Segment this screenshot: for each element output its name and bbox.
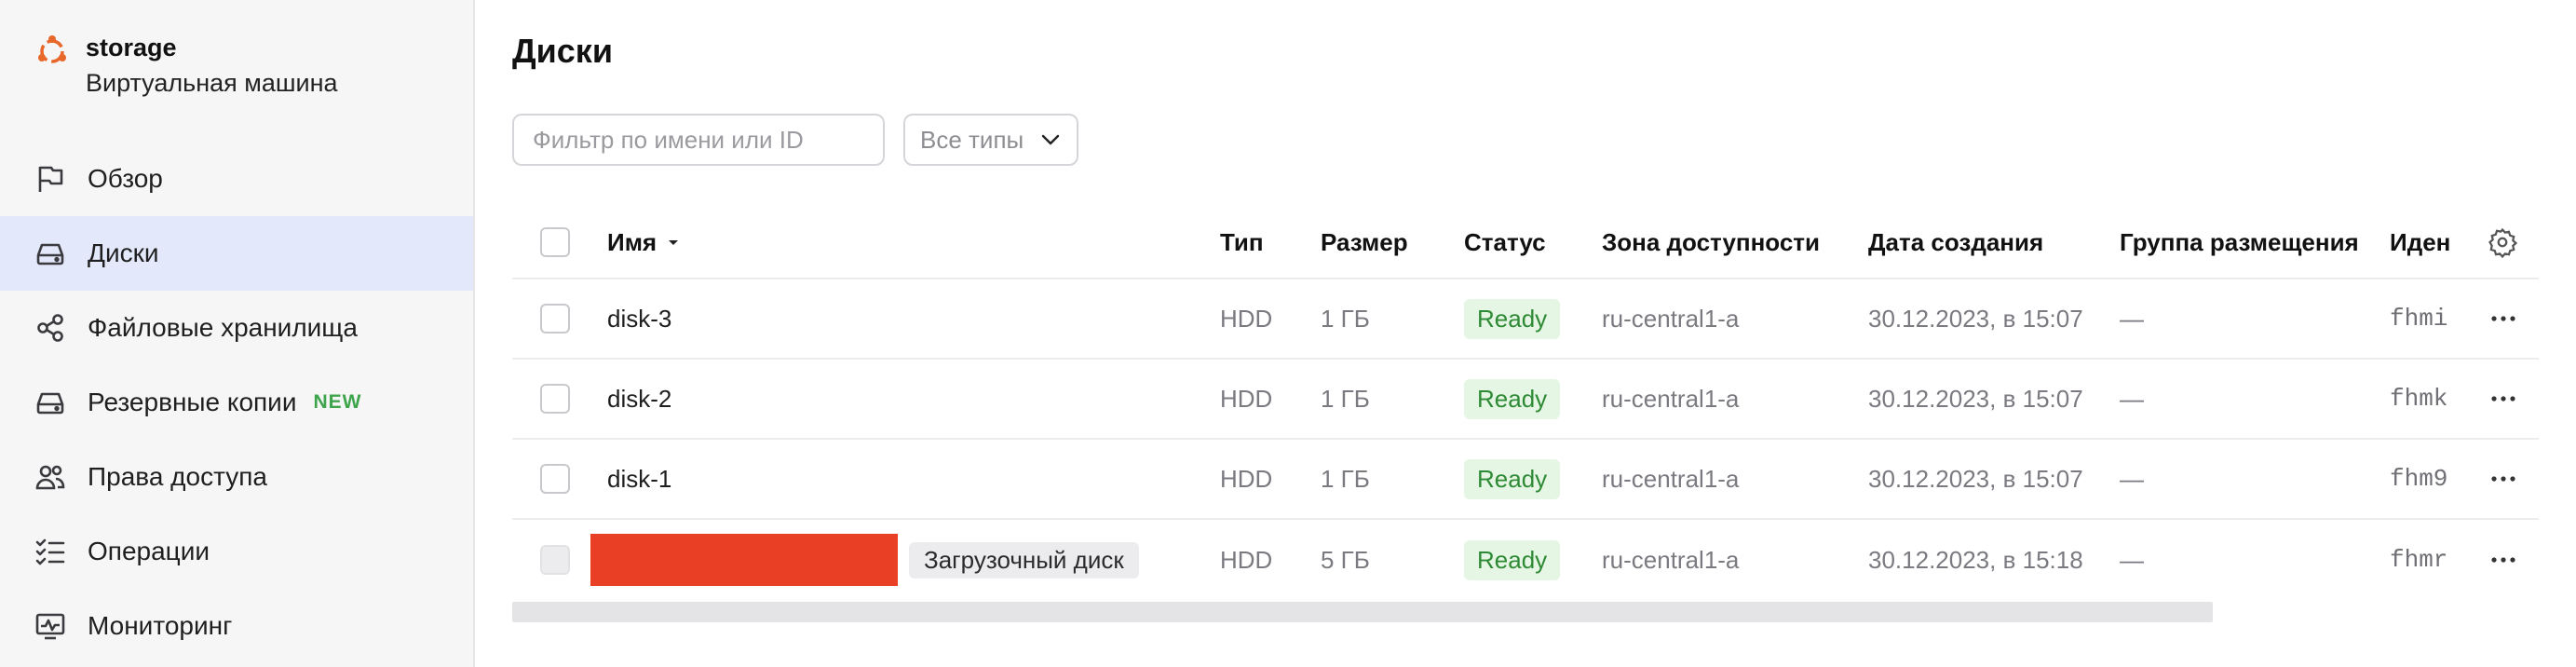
disk-name[interactable]: disk-3 (607, 279, 671, 358)
sidebar: storage Виртуальная машина Обзор Диски Ф… (0, 0, 475, 667)
status-badge: Ready (1464, 298, 1561, 339)
resource-name: storage (86, 34, 177, 61)
disk-zone: ru-central1-a (1602, 304, 1740, 333)
column-header-status[interactable]: Статус (1464, 207, 1546, 278)
type-select-value: Все типы (920, 125, 1024, 154)
flag-icon (38, 166, 63, 192)
disk-placement: — (2120, 464, 2144, 493)
column-header-type[interactable]: Тип (1220, 207, 1264, 278)
column-header-created[interactable]: Дата создания (1868, 207, 2043, 278)
disk-id: fhmr (2390, 546, 2448, 574)
disk-created: 30.12.2023, в 15:07 (1868, 464, 2083, 493)
new-badge: NEW (313, 391, 362, 413)
disk-created: 30.12.2023, в 15:18 (1868, 545, 2083, 574)
horizontal-scrollbar[interactable] (512, 602, 2213, 622)
more-actions-icon[interactable] (2487, 302, 2520, 335)
status-badge: Ready (1464, 458, 1561, 499)
sidebar-item-label: Мониторинг (88, 611, 233, 640)
disk-name[interactable]: disk-2 (607, 360, 671, 438)
redacted-disk-name (590, 534, 898, 586)
sidebar-item-backups[interactable]: Резервные копии NEW (0, 365, 473, 440)
more-actions-icon[interactable] (2487, 382, 2520, 415)
disk-type: HDD (1220, 464, 1273, 493)
status-badge: Ready (1464, 378, 1561, 419)
sidebar-item-label: Диски (88, 238, 159, 267)
sidebar-item-label: Файловые хранилища (88, 313, 358, 342)
sidebar-nav: Обзор Диски Файловые хранилища Резервные… (0, 142, 473, 663)
table-row[interactable]: disk-1 HDD 1 ГБ Ready ru-central1-a 30.1… (512, 440, 2539, 520)
table-row[interactable]: disk-3 HDD 1 ГБ Ready ru-central1-a 30.1… (512, 279, 2539, 360)
table-header-row: Имя Тип Размер Статус Зона доступности Д… (512, 207, 2539, 279)
disk-placement: — (2120, 384, 2144, 413)
disk-size: 1 ГБ (1321, 464, 1370, 493)
disk-id: fhm9 (2390, 465, 2448, 493)
monitor-chart-icon (35, 613, 65, 640)
more-actions-icon[interactable] (2487, 462, 2520, 496)
disk-zone: ru-central1-a (1602, 464, 1740, 493)
sidebar-item-access-rights[interactable]: Права доступа (0, 440, 473, 514)
table-row[interactable]: disk-2 HDD 1 ГБ Ready ru-central1-a 30.1… (512, 360, 2539, 440)
disk-zone: ru-central1-a (1602, 384, 1740, 413)
disk-icon (36, 243, 64, 265)
disk-type: HDD (1220, 545, 1273, 574)
disks-table: Имя Тип Размер Статус Зона доступности Д… (512, 207, 2539, 600)
sidebar-item-label: Права доступа (88, 462, 267, 491)
filter-input[interactable] (512, 114, 885, 166)
row-checkbox[interactable] (540, 304, 570, 334)
disk-type: HDD (1220, 304, 1273, 333)
sidebar-item-operations[interactable]: Операции (0, 514, 473, 589)
disk-created: 30.12.2023, в 15:07 (1868, 304, 2083, 333)
column-header-size[interactable]: Размер (1321, 207, 1408, 278)
backup-drive-icon (36, 392, 64, 415)
sidebar-item-label: Операции (88, 537, 210, 565)
disk-size: 1 ГБ (1321, 304, 1370, 333)
table-row[interactable]: Загрузочный диск HDD 5 ГБ Ready ru-centr… (512, 520, 2539, 600)
disk-id: fhmi (2390, 305, 2448, 333)
column-header-zone[interactable]: Зона доступности (1602, 207, 1820, 278)
chevron-down-icon (1041, 134, 1060, 145)
disk-zone: ru-central1-a (1602, 545, 1740, 574)
page-title: Диски (512, 32, 613, 70)
vm-logo-icon (38, 35, 66, 63)
row-checkbox-disabled (540, 545, 570, 575)
resource-type: Виртуальная машина (86, 69, 338, 97)
sidebar-item-overview[interactable]: Обзор (0, 142, 473, 216)
users-icon (35, 465, 65, 490)
type-select[interactable]: Все типы (903, 114, 1078, 166)
disk-name[interactable]: disk-1 (607, 440, 671, 518)
row-checkbox[interactable] (540, 384, 570, 414)
sidebar-item-label: Резервные копии (88, 388, 297, 416)
column-header-placement[interactable]: Группа размещения (2120, 207, 2359, 278)
boot-disk-badge: Загрузочный диск (909, 541, 1139, 579)
share-nodes-icon (37, 314, 63, 342)
main-content: Диски Все типы Имя Тип Размер Статус Зон… (475, 0, 2576, 667)
disk-size: 1 ГБ (1321, 384, 1370, 413)
sort-desc-icon (669, 240, 679, 245)
gear-icon[interactable] (2487, 226, 2518, 258)
status-badge: Ready (1464, 539, 1561, 580)
more-actions-icon[interactable] (2487, 543, 2520, 577)
sidebar-item-label: Обзор (88, 164, 163, 193)
list-checks-icon (35, 538, 65, 565)
column-header-name[interactable]: Имя (607, 207, 683, 278)
disk-type: HDD (1220, 384, 1273, 413)
column-header-id[interactable]: Иден (2390, 207, 2453, 278)
disk-size: 5 ГБ (1321, 545, 1370, 574)
disk-id: fhmk (2390, 385, 2448, 413)
disk-placement: — (2120, 545, 2144, 574)
resource-header: storage Виртуальная машина (34, 30, 338, 101)
sidebar-item-disks[interactable]: Диски (0, 216, 473, 291)
sidebar-item-file-storages[interactable]: Файловые хранилища (0, 291, 473, 365)
select-all-checkbox[interactable] (540, 227, 570, 257)
disk-placement: — (2120, 304, 2144, 333)
disk-created: 30.12.2023, в 15:07 (1868, 384, 2083, 413)
sidebar-item-monitoring[interactable]: Мониторинг (0, 589, 473, 663)
row-checkbox[interactable] (540, 464, 570, 494)
